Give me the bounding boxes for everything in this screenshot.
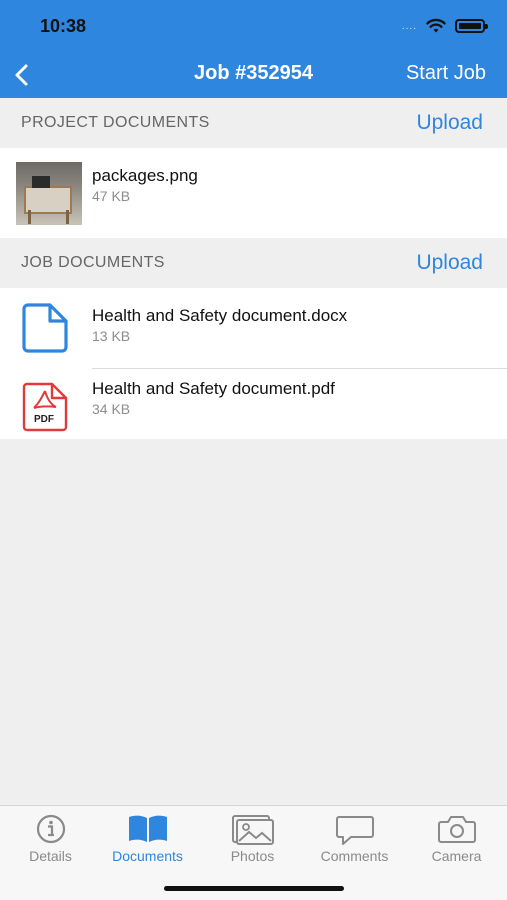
list-item[interactable]: packages.png 47 KB: [0, 148, 507, 238]
thumbnail-leg-shape: [66, 210, 69, 224]
status-time: 10:38: [40, 16, 87, 36]
tab-label: Comments: [320, 848, 389, 864]
navigation-header: 10:38 .... Job #352954 Start Job: [0, 0, 507, 98]
list-item[interactable]: PDF Health and Safety document.pdf 34 KB: [0, 369, 507, 439]
job-documents-header: JOB DOCUMENTS Upload: [0, 238, 507, 288]
camera-icon: [437, 816, 476, 843]
book-icon: [128, 815, 167, 842]
thumbnail-leg-shape: [28, 210, 31, 224]
tab-label: Details: [29, 848, 72, 864]
tab-comments[interactable]: Comments: [304, 806, 405, 876]
start-job-button[interactable]: Start Job: [406, 62, 486, 85]
job-documents-list: Health and Safety document.docx 13 KB PD…: [0, 288, 507, 439]
status-icons: ....: [401, 18, 488, 34]
thumbnail-box-shape: [32, 176, 50, 188]
wifi-icon: [426, 18, 446, 33]
pdf-icon-label: PDF: [34, 414, 54, 425]
tab-details[interactable]: Details: [0, 806, 101, 876]
tab-photos[interactable]: Photos: [202, 806, 303, 876]
comment-icon: [335, 816, 374, 845]
job-upload-button[interactable]: Upload: [416, 251, 483, 275]
project-upload-button[interactable]: Upload: [416, 111, 483, 135]
file-name: Health and Safety document.docx: [92, 306, 348, 325]
tab-documents[interactable]: Documents: [97, 806, 198, 876]
file-size: 34 KB: [92, 401, 131, 417]
section-title: JOB DOCUMENTS: [21, 254, 165, 271]
photos-icon: [231, 815, 274, 845]
home-indicator[interactable]: [164, 886, 344, 891]
project-documents-header: PROJECT DOCUMENTS Upload: [0, 98, 507, 148]
battery-icon: [455, 19, 488, 33]
file-name: packages.png: [92, 166, 198, 185]
tab-label: Camera: [431, 848, 482, 864]
tab-bar: Details Documents Photos Comments Camera: [0, 805, 507, 900]
file-size: 13 KB: [92, 328, 131, 344]
project-documents-list: packages.png 47 KB: [0, 148, 507, 238]
list-item[interactable]: Health and Safety document.docx 13 KB: [0, 288, 507, 369]
file-size: 47 KB: [92, 188, 131, 204]
image-thumbnail: [16, 162, 82, 225]
tab-label: Photos: [230, 848, 275, 864]
info-icon: [36, 814, 65, 844]
pdf-icon: PDF: [22, 382, 68, 432]
file-name: Health and Safety document.pdf: [92, 379, 335, 398]
tab-camera[interactable]: Camera: [406, 806, 507, 876]
tab-label: Documents: [112, 848, 183, 864]
thumbnail-table-shape: [24, 186, 72, 214]
signal-dots-icon: ....: [401, 20, 417, 32]
document-icon: [22, 303, 68, 353]
section-title: PROJECT DOCUMENTS: [21, 114, 210, 131]
